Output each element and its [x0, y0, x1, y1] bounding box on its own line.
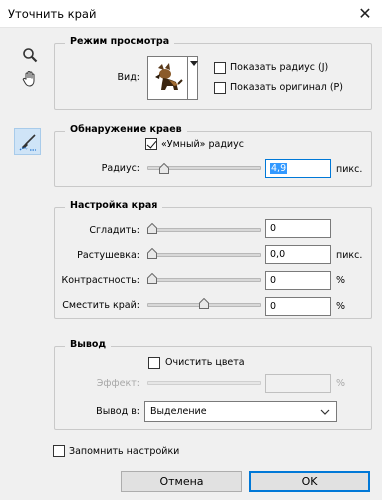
close-button[interactable]: ✕ — [352, 2, 378, 26]
shift-edge-label: Сместить край: — [62, 300, 140, 311]
radius-value: 4,9 — [270, 163, 288, 174]
slider-thumb-icon — [147, 223, 157, 234]
refine-radius-tool-button[interactable] — [14, 128, 41, 155]
edge-detection-title: Обнаружение краев — [65, 124, 187, 135]
smooth-label: Сгладить: — [89, 225, 140, 236]
feather-label: Растушевка: — [77, 250, 140, 261]
slider-thumb-icon — [159, 163, 170, 174]
output-title: Вывод — [65, 339, 112, 350]
contrast-label: Контрастность: — [61, 275, 141, 286]
shift-edge-unit: % — [336, 301, 346, 312]
adjust-edge-title: Настройка края — [65, 200, 163, 211]
refine-radius-brush-icon — [19, 133, 36, 151]
contrast-slider-thumb[interactable] — [147, 273, 157, 284]
ok-button[interactable]: OK — [249, 471, 370, 492]
view-thumbnail — [150, 59, 186, 97]
slider-thumb-icon — [147, 273, 157, 284]
feather-input[interactable]: 0,0 — [265, 245, 331, 264]
amount-label: Эффект: — [96, 378, 140, 389]
view-dropdown-button[interactable] — [187, 56, 199, 100]
contrast-value: 0 — [270, 275, 277, 286]
view-label: Вид: — [117, 72, 140, 83]
output-to-label: Вывод в: — [96, 406, 140, 417]
contrast-unit: % — [336, 275, 346, 286]
radius-input[interactable]: 4,9 — [265, 159, 331, 178]
view-mode-picker[interactable] — [147, 56, 198, 100]
remember-settings-label: Запомнить настройки — [69, 446, 180, 457]
show-radius-label: Показать радиус (J) — [230, 62, 329, 73]
contrast-slider-track[interactable] — [147, 278, 261, 282]
hand-icon — [22, 71, 35, 87]
caret-down-icon — [190, 61, 198, 66]
shift-edge-value: 0 — [270, 301, 277, 312]
shift-edge-input[interactable]: 0 — [265, 297, 331, 316]
contrast-input[interactable]: 0 — [265, 271, 331, 290]
view-mode-title: Режим просмотра — [65, 36, 175, 47]
feather-slider-track[interactable] — [147, 253, 261, 257]
radius-label: Радиус: — [101, 163, 140, 174]
smooth-value: 0 — [270, 223, 277, 234]
view-mode-group: Режим просмотра — [54, 36, 372, 110]
remember-settings-checkbox[interactable] — [53, 445, 65, 457]
feather-value: 0,0 — [270, 249, 286, 260]
output-to-select[interactable]: Выделение — [144, 401, 337, 422]
radius-unit: пикс. — [336, 164, 363, 175]
zoom-tool-button[interactable] — [17, 42, 43, 68]
show-original-checkbox[interactable] — [214, 82, 226, 94]
amount-input[interactable] — [265, 374, 331, 393]
amount-slider-track[interactable] — [147, 381, 261, 385]
show-radius-checkbox[interactable] — [214, 62, 226, 74]
slider-thumb-icon — [147, 248, 157, 259]
amount-unit: % — [336, 378, 346, 389]
shift-edge-slider-thumb[interactable] — [199, 298, 209, 309]
chevron-down-icon — [320, 409, 330, 415]
radius-slider-thumb[interactable] — [159, 163, 170, 174]
smooth-slider-thumb[interactable] — [147, 223, 157, 234]
smart-radius-label: «Умный» радиус — [161, 139, 244, 150]
output-to-value: Выделение — [150, 406, 207, 417]
decontaminate-checkbox[interactable] — [148, 357, 160, 369]
smart-radius-checkbox[interactable] — [145, 138, 157, 150]
zoom-icon — [23, 48, 38, 63]
cancel-button[interactable]: Отмена — [121, 471, 242, 492]
smooth-slider-track[interactable] — [147, 228, 261, 232]
slider-thumb-icon — [199, 298, 209, 309]
show-original-label: Показать оригинал (P) — [230, 82, 343, 93]
smooth-input[interactable]: 0 — [265, 219, 331, 238]
window-title: Уточнить край — [8, 7, 97, 21]
title-bar: Уточнить край ✕ — [0, 0, 382, 28]
feather-slider-thumb[interactable] — [147, 248, 157, 259]
decontaminate-label: Очистить цвета — [165, 357, 245, 368]
dog-thumbnail-icon — [150, 59, 186, 97]
hand-tool-button[interactable] — [17, 66, 43, 92]
feather-unit: пикс. — [336, 250, 363, 261]
